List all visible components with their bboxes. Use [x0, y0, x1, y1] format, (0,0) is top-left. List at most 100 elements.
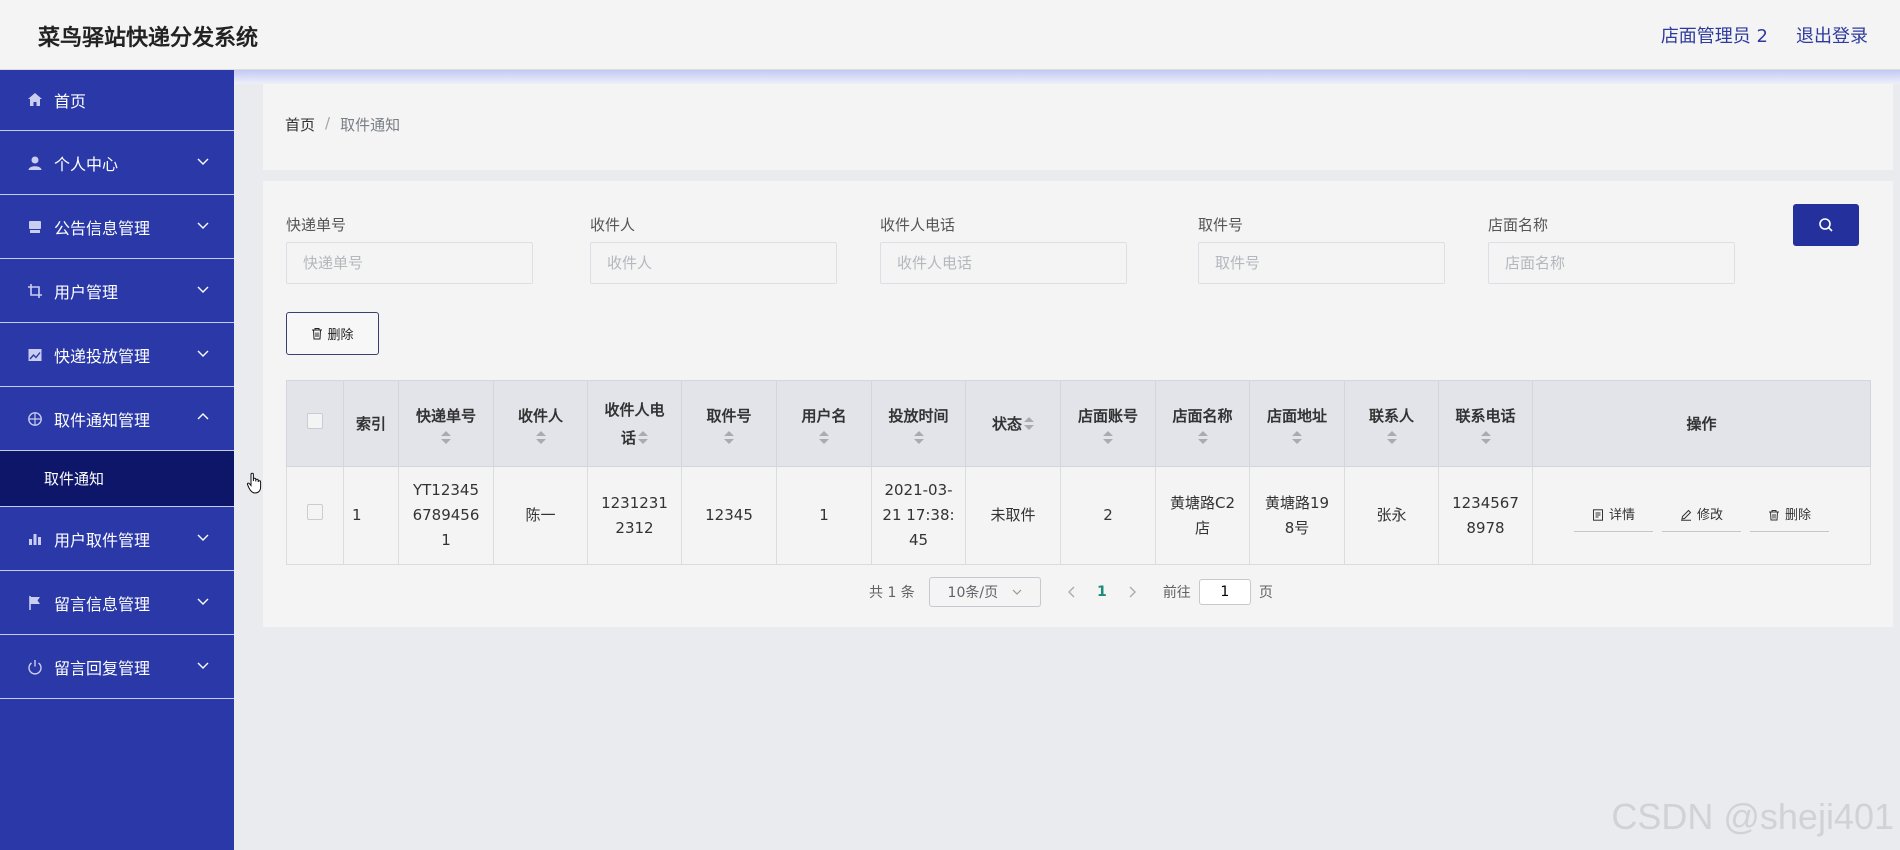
col-pickup[interactable]: 取件号	[681, 380, 777, 467]
sidebar-item-user-pickup[interactable]: 用户取件管理	[0, 507, 234, 571]
pickup-label: 取件号	[1198, 216, 1244, 234]
chevron-right-icon	[1129, 586, 1136, 598]
select-all-checkbox[interactable]	[307, 412, 323, 429]
chevron-down-icon	[197, 222, 209, 229]
batch-delete-button[interactable]: 删除	[286, 312, 379, 355]
chevron-up-icon	[197, 412, 209, 419]
logout-link[interactable]: 退出登录	[1796, 22, 1868, 48]
breadcrumb-home[interactable]: 首页	[285, 114, 315, 135]
page-number[interactable]: 1	[1087, 584, 1117, 600]
sidebar-item-label: 留言信息管理	[54, 594, 151, 614]
goto-page: 前往 页	[1163, 579, 1273, 605]
col-store-address[interactable]: 店面地址	[1249, 380, 1345, 467]
breadcrumb-separator: /	[325, 114, 331, 132]
sort-icon[interactable]	[1292, 430, 1302, 446]
sort-icon[interactable]	[724, 430, 734, 446]
sort-icon[interactable]	[441, 430, 451, 446]
col-store-name[interactable]: 店面名称	[1155, 380, 1250, 467]
row-delete-button[interactable]: 删除	[1750, 500, 1829, 532]
recipient-label: 收件人	[590, 216, 636, 234]
tracking-field: 快递单号	[286, 214, 533, 284]
col-phone[interactable]: 收件人电话	[587, 380, 682, 467]
chevron-down-icon	[197, 598, 209, 605]
sidebar-item-label: 用户管理	[54, 282, 119, 302]
sort-icon[interactable]	[1024, 416, 1034, 432]
sidebar-subitem-pickup-notice[interactable]: 取件通知	[0, 451, 234, 507]
sidebar-item-pickup-notice[interactable]: 取件通知管理	[0, 387, 234, 451]
select-all-cell	[286, 380, 344, 467]
sort-icon[interactable]	[1480, 430, 1491, 446]
current-user[interactable]: 店面管理员 2	[1661, 22, 1768, 48]
sort-icon[interactable]	[1197, 430, 1208, 446]
cell-contact-phone: 1234567 8978	[1438, 466, 1533, 565]
search-button[interactable]	[1793, 204, 1859, 246]
main-card: 快递单号 收件人 收件人电话 取件号 店面名称 删除 索引 快递单号 收件人	[263, 181, 1893, 627]
sidebar-item-label: 公告信息管理	[54, 218, 151, 238]
sidebar-item-label: 取件通知管理	[54, 410, 151, 430]
sort-icon[interactable]	[819, 430, 829, 446]
tracking-label: 快递单号	[286, 216, 347, 234]
chevron-down-icon	[197, 662, 209, 669]
phone-input[interactable]	[880, 242, 1127, 284]
chevron-down-icon	[197, 286, 209, 293]
col-username[interactable]: 用户名	[776, 380, 872, 467]
col-recipient[interactable]: 收件人	[493, 380, 588, 467]
sort-icon[interactable]	[913, 430, 924, 446]
col-store-account[interactable]: 店面账号	[1060, 380, 1156, 467]
cell-actions: 详情 修改 删除	[1532, 466, 1871, 565]
cell-phone: 1231231 2312	[587, 466, 682, 565]
chevron-down-icon	[1012, 589, 1022, 595]
sort-icon[interactable]	[1103, 430, 1113, 446]
bar-chart-icon	[26, 530, 44, 548]
home-icon	[26, 91, 44, 109]
col-contact-phone[interactable]: 联系电话	[1438, 380, 1533, 467]
goto-page-input[interactable]	[1198, 579, 1251, 605]
cell-index: 1	[343, 466, 399, 565]
col-tracking[interactable]: 快递单号	[398, 380, 494, 467]
sidebar: 首页 个人中心 公告信息管理 用户管理 快递投放管理 取件通知管理 取件通知 用…	[0, 70, 234, 850]
col-contact[interactable]: 联系人	[1344, 380, 1439, 467]
cell-recipient: 陈一	[493, 466, 588, 565]
crop-icon	[26, 282, 44, 300]
col-actions: 操作	[1532, 380, 1871, 467]
pickup-input[interactable]	[1198, 242, 1445, 284]
search-icon	[1819, 218, 1833, 232]
sort-icon[interactable]	[1386, 430, 1397, 446]
store-input[interactable]	[1488, 242, 1735, 284]
table-row: 1 YT12345 6789456 1 陈一 1231231 2312 12345 1…	[286, 466, 1871, 565]
watermark: CSDN @sheji401	[1611, 796, 1894, 837]
sidebar-item-delivery[interactable]: 快递投放管理	[0, 323, 234, 387]
mouse-pointer-icon	[246, 472, 262, 494]
trash-icon	[312, 328, 323, 340]
prev-page-button[interactable]	[1057, 586, 1087, 598]
tracking-input[interactable]	[286, 242, 533, 284]
row-select-cell	[286, 466, 344, 565]
cell-time: 2021-03- 21 17:38: 45	[871, 466, 966, 565]
page-size-select[interactable]: 10条/页	[928, 577, 1041, 607]
sidebar-item-messages[interactable]: 留言信息管理	[0, 571, 234, 635]
row-checkbox[interactable]	[307, 504, 323, 520]
sidebar-item-label: 用户取件管理	[54, 530, 151, 550]
sort-icon[interactable]	[535, 430, 546, 446]
power-icon	[26, 658, 44, 676]
recipient-input[interactable]	[590, 242, 837, 284]
page-size-value: 10条/页	[947, 585, 999, 601]
sort-icon[interactable]	[638, 430, 648, 446]
edit-button[interactable]: 修改	[1662, 500, 1741, 532]
sidebar-item-replies[interactable]: 留言回复管理	[0, 635, 234, 699]
sidebar-item-home[interactable]: 首页	[0, 70, 234, 131]
col-status[interactable]: 状态	[965, 380, 1061, 467]
detail-button[interactable]: 详情	[1574, 500, 1653, 532]
col-index: 索引	[343, 380, 399, 467]
col-time[interactable]: 投放时间	[871, 380, 966, 467]
sidebar-item-users[interactable]: 用户管理	[0, 259, 234, 323]
sidebar-item-announcements[interactable]: 公告信息管理	[0, 195, 234, 259]
cell-store-name: 黄塘路C2 店	[1155, 466, 1250, 565]
sidebar-item-profile[interactable]: 个人中心	[0, 131, 234, 195]
pagination-total: 共 1 条	[869, 585, 915, 601]
cell-status: 未取件	[965, 466, 1061, 565]
edit-label: 修改	[1696, 507, 1723, 523]
next-page-button[interactable]	[1117, 586, 1147, 598]
breadcrumb-card: 首页 / 取件通知	[263, 84, 1893, 170]
sidebar-item-label: 首页	[54, 92, 87, 111]
